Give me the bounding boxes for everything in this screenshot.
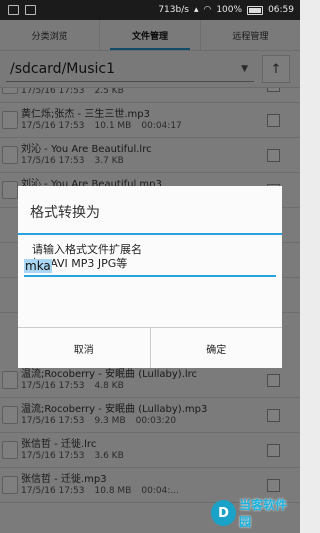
notification-icon [25,5,36,15]
watermark-text: 当客软件园 [239,498,288,529]
format-convert-dialog: 格式转换为 请输入格式文件扩展名 如: AVI MP3 JPG等 mka 取消 … [18,186,282,368]
dialog-title-divider [18,233,282,235]
battery-percent: 100% [216,5,243,15]
extension-input-value: mka [24,259,52,273]
watermark-mark-icon: D [211,500,237,526]
notification-icon [8,5,19,15]
notification-icons [0,5,36,15]
dialog-title: 格式转换为 [30,205,100,221]
cancel-button[interactable]: 取消 [18,328,150,368]
network-speed: 713b/s [158,5,189,15]
dialog-buttons: 取消 确定 [18,327,282,368]
ok-button[interactable]: 确定 [149,328,283,368]
clock: 06:59 [268,5,294,15]
signal-icon: ▴ [193,5,199,15]
status-bar: 713b/s ▴ ◠ 100% 06:59 [0,0,300,20]
extension-input[interactable]: mka [24,253,276,277]
battery-icon [247,5,264,15]
wifi-icon: ◠ [203,5,212,15]
watermark-logo: D 当客软件园 [211,496,297,530]
